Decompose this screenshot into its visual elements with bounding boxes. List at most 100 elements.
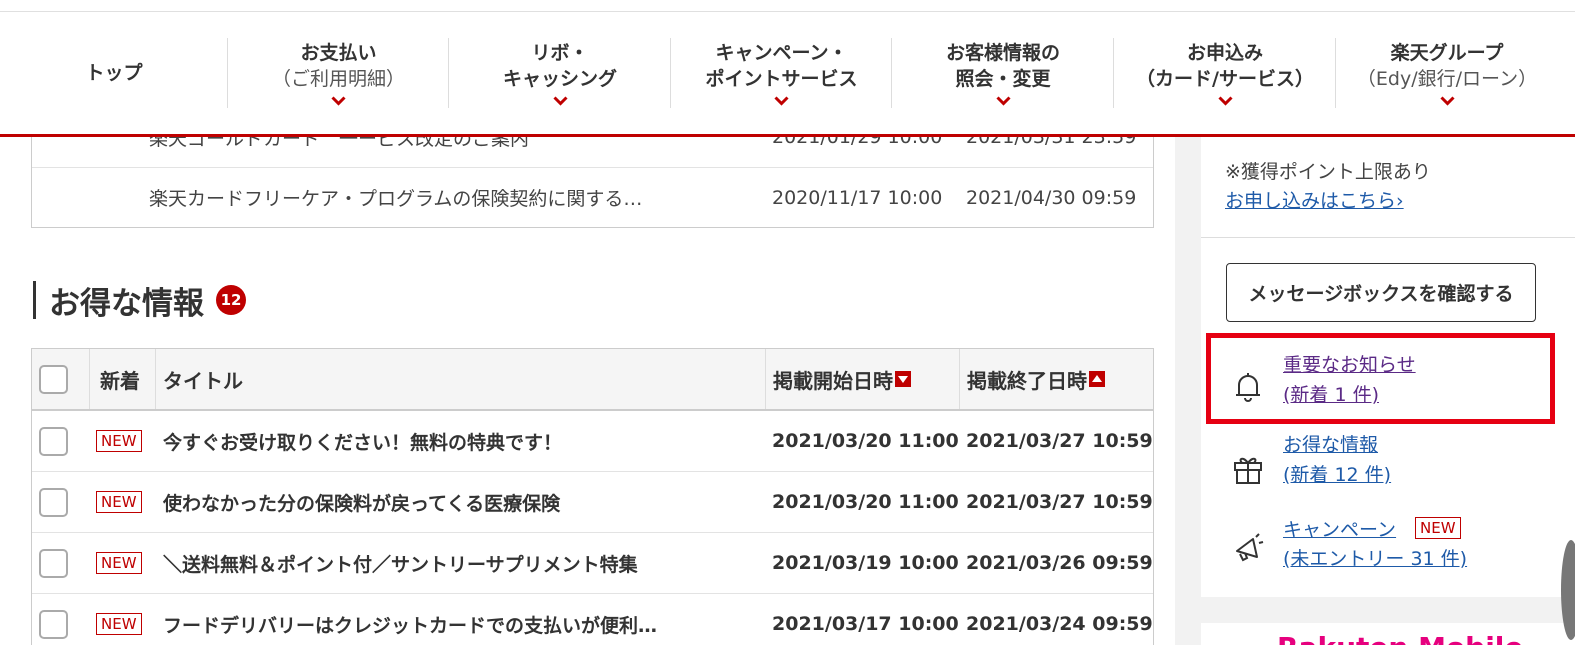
- megaphone-icon: [1236, 533, 1264, 562]
- notice-end-date: 2021/04/30 09:59: [966, 186, 1137, 209]
- row-checkbox[interactable]: [39, 548, 68, 578]
- main-content: 楽天ゴールドカード 一ービス改定のご案内 2021/01/29 10:00 20…: [0, 137, 1175, 645]
- count-badge: 12: [216, 285, 246, 315]
- deal-title-link[interactable]: 今すぐお受け取りください！無料の特典です！: [163, 428, 562, 455]
- nav-item-campaign[interactable]: キャンペーン・ ポイントサービス: [671, 12, 892, 134]
- sort-up-icon[interactable]: [1089, 371, 1105, 387]
- nav-item-revolving[interactable]: リボ・ キャッシング: [449, 12, 671, 134]
- nav-item-top[interactable]: トップ: [0, 12, 228, 134]
- important-notice-item[interactable]: 重要なお知らせ (新着 1 件): [1201, 342, 1575, 418]
- notice-list: 楽天ゴールドカード 一ービス改定のご案内 2021/01/29 10:00 20…: [31, 137, 1154, 228]
- nav-item-rakuten-group[interactable]: 楽天グループ （Edy/銀行/ローン）: [1336, 12, 1558, 134]
- nav-item-sublabel: （カード/サービス）: [1136, 68, 1314, 90]
- end-cell: 2021/03/24 09:59: [966, 594, 1153, 645]
- table-row[interactable]: NEW フードデリバリーはクレジットカードでの支払いが便利… 2021/03/1…: [32, 594, 1153, 645]
- deals-info-item[interactable]: お得な情報 (新着 12 件): [1201, 422, 1575, 498]
- deal-end-date: 2021/03/26 09:59: [966, 552, 1153, 574]
- column-divider: [155, 349, 156, 409]
- apply-link[interactable]: お申し込みはこちら›: [1225, 186, 1404, 213]
- header-start-date[interactable]: 掲載開始日時: [773, 349, 911, 409]
- row-checkbox[interactable]: [39, 609, 68, 639]
- row-checkbox-cell: [39, 472, 68, 532]
- title-cell[interactable]: 今すぐお受け取りください！無料の特典です！: [163, 411, 562, 471]
- table-row[interactable]: NEW ＼送料無料＆ポイント付／サントリーサプリメント特集 2021/03/19…: [32, 533, 1153, 594]
- important-notice-link[interactable]: 重要なお知らせ: [1283, 350, 1416, 377]
- campaign-item[interactable]: キャンペーン NEW (未エントリー 31 件): [1201, 507, 1575, 583]
- row-checkbox[interactable]: [39, 426, 68, 456]
- nav-item-sublabel: 照会・変更: [955, 68, 1051, 90]
- sort-down-icon[interactable]: [895, 371, 911, 387]
- new-badge: NEW: [96, 430, 142, 452]
- nav-item-label: お支払い: [300, 42, 377, 64]
- deal-title-link[interactable]: フードデリバリーはクレジットカードでの支払いが便利…: [163, 611, 657, 638]
- deal-start-date: 2021/03/20 11:00: [772, 491, 959, 513]
- nav-item-sublabel: ポイントサービス: [705, 68, 858, 90]
- deals-info-count[interactable]: (新着 12 件): [1283, 460, 1391, 487]
- campaign-count[interactable]: (未エントリー 31 件): [1283, 544, 1467, 571]
- nav-item-payment[interactable]: お支払い （ご利用明細）: [228, 12, 449, 134]
- title-cell[interactable]: ＼送料無料＆ポイント付／サントリーサプリメント特集: [163, 533, 638, 593]
- point-limit-note: ※獲得ポイント上限あり: [1225, 161, 1431, 183]
- notice-start-date: 2021/01/29 10:00: [772, 137, 943, 148]
- message-box-button[interactable]: メッセージボックスを確認する: [1226, 263, 1536, 322]
- bell-icon: [1236, 373, 1260, 402]
- title-cell[interactable]: 使わなかった分の保険料が戻ってくる医療保険: [163, 472, 560, 532]
- deals-table: 新着 タイトル 掲載開始日時 掲載終了日時 NEW 今すぐお受け取りください！無…: [31, 348, 1154, 645]
- deal-end-date: 2021/03/27 10:59: [966, 430, 1153, 452]
- rakuten-mobile-banner[interactable]: Rakuten Mobile: [1201, 623, 1575, 645]
- new-badge: NEW: [96, 491, 142, 513]
- list-item[interactable]: 楽天ゴールドカード 一ービス改定のご案内 2021/01/29 10:00 20…: [32, 137, 1153, 167]
- nav-item-apply[interactable]: お申込み （カード/サービス）: [1114, 12, 1336, 134]
- header-new: 新着: [100, 349, 140, 409]
- table-row[interactable]: NEW 使わなかった分の保険料が戻ってくる医療保険 2021/03/20 11:…: [32, 472, 1153, 533]
- start-cell: 2021/03/17 10:00: [772, 594, 959, 645]
- scroll-handle[interactable]: [1561, 540, 1575, 640]
- table-row[interactable]: NEW 今すぐお受け取りください！無料の特典です！ 2021/03/20 11:…: [32, 411, 1153, 472]
- nav-item-customer-info[interactable]: お客様情報の 照会・変更: [892, 12, 1114, 134]
- important-notice-count[interactable]: (新着 1 件): [1283, 380, 1379, 407]
- header-title-label: タイトル: [163, 368, 243, 393]
- nav-item-label: お客様情報の: [945, 42, 1060, 64]
- column-divider: [89, 349, 90, 409]
- apply-link-label: お申し込みはこちら: [1225, 190, 1397, 212]
- row-checkbox[interactable]: [39, 487, 68, 517]
- select-all-cell: [39, 349, 68, 409]
- campaign-link[interactable]: キャンペーン: [1283, 515, 1396, 542]
- select-all-checkbox[interactable]: [39, 364, 68, 394]
- table-header: 新着 タイトル 掲載開始日時 掲載終了日時: [32, 349, 1153, 411]
- nav-item-sublabel: （Edy/銀行/ローン）: [1356, 68, 1538, 90]
- new-badge: NEW: [96, 552, 142, 574]
- notice-start-date: 2020/11/17 10:00: [772, 186, 943, 209]
- title-cell[interactable]: フードデリバリーはクレジットカードでの支払いが便利…: [163, 594, 657, 645]
- nav-item-label: リボ・: [531, 42, 589, 64]
- header-start-label: 掲載開始日時: [773, 368, 893, 393]
- chevron-down-icon: [995, 96, 1011, 106]
- deal-start-date: 2021/03/20 11:00: [772, 430, 959, 452]
- nav-item-label: トップ: [85, 62, 143, 84]
- column-divider: [765, 349, 766, 409]
- divider: [1201, 237, 1575, 238]
- end-cell: 2021/03/27 10:59: [966, 411, 1153, 471]
- deal-end-date: 2021/03/24 09:59: [966, 613, 1153, 635]
- chevron-down-icon: [331, 96, 346, 106]
- start-cell: 2021/03/20 11:00: [772, 411, 959, 471]
- new-badge: NEW: [96, 613, 142, 635]
- deal-start-date: 2021/03/17 10:00: [772, 613, 959, 635]
- notice-title[interactable]: 楽天カードフリーケア・プログラムの保険契約に関する…: [149, 184, 642, 211]
- deal-start-date: 2021/03/19 10:00: [772, 552, 959, 574]
- row-checkbox-cell: [39, 594, 68, 645]
- banner-logo-text: Rakuten Mobile: [1277, 631, 1523, 645]
- deal-title-link[interactable]: ＼送料無料＆ポイント付／サントリーサプリメント特集: [163, 550, 638, 577]
- chevron-down-icon: [1439, 96, 1455, 106]
- notice-end-date: 2021/03/31 23:59: [966, 137, 1137, 148]
- deals-info-link[interactable]: お得な情報: [1283, 430, 1378, 457]
- row-checkbox-cell: [39, 411, 68, 471]
- start-cell: 2021/03/19 10:00: [772, 533, 959, 593]
- notice-title[interactable]: 楽天ゴールドカード 一ービス改定のご案内: [149, 137, 529, 151]
- nav-item-label: 楽天グループ: [1390, 42, 1504, 64]
- header-end-date[interactable]: 掲載終了日時: [967, 349, 1105, 409]
- deal-title-link[interactable]: 使わなかった分の保険料が戻ってくる医療保険: [163, 489, 560, 516]
- row-checkbox-cell: [39, 533, 68, 593]
- header-end-label: 掲載終了日時: [967, 368, 1087, 393]
- list-item[interactable]: 楽天カードフリーケア・プログラムの保険契約に関する… 2020/11/17 10…: [32, 167, 1153, 227]
